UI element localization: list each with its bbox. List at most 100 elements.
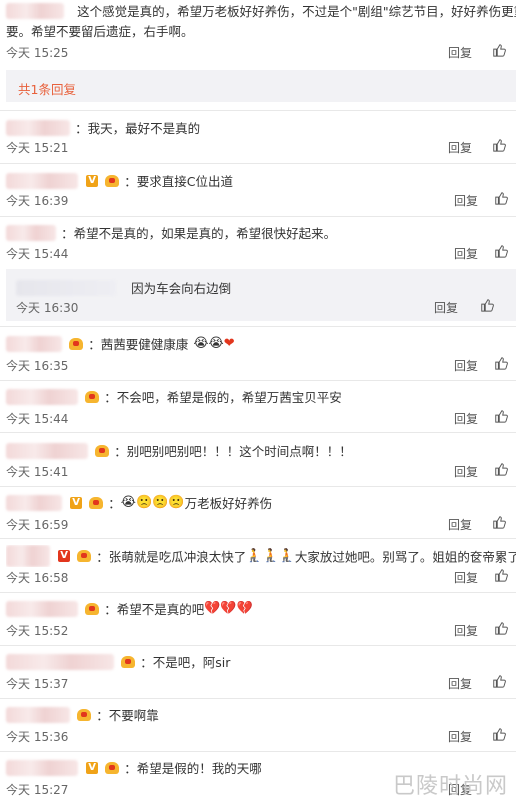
comment-text: 不是吧，阿sir bbox=[152, 655, 231, 670]
comment-text: 希望不是真的吧 bbox=[116, 602, 205, 617]
verified-badge-icon: V bbox=[86, 761, 99, 774]
broken-heart-icon: 💔 bbox=[236, 601, 253, 616]
comment-meta: 今天 15:21 回复 bbox=[6, 139, 516, 157]
comment-content: ：别吧别吧别吧！！！这个时间点啊！！！ bbox=[6, 440, 516, 460]
broken-heart-icon: 💔 bbox=[220, 601, 237, 616]
person-emoji-icon: 🧎 bbox=[262, 548, 279, 564]
timestamp: 今天 15:37 bbox=[6, 677, 69, 691]
like-icon[interactable] bbox=[494, 568, 508, 582]
comment-content: ：我天，最好不是真的 bbox=[6, 117, 516, 137]
timestamp: 今天 15:52 bbox=[6, 624, 69, 638]
sub-reply-box: 因为车会向右边倒 今天 16:30 回复 bbox=[6, 269, 516, 321]
reply-button[interactable]: 回复 bbox=[454, 357, 478, 374]
comment-text: 希望不是真的，如果是真的，希望很快好起来。 bbox=[73, 226, 337, 241]
blurred-username bbox=[6, 224, 56, 241]
member-level-icon bbox=[95, 444, 110, 457]
like-icon[interactable] bbox=[492, 138, 506, 152]
like-icon[interactable] bbox=[492, 43, 506, 57]
reply-button[interactable]: 回复 bbox=[454, 410, 478, 427]
reply-button[interactable]: 回复 bbox=[454, 192, 478, 209]
timestamp: 今天 15:44 bbox=[6, 412, 69, 426]
divider bbox=[0, 698, 516, 699]
member-level-icon bbox=[121, 655, 136, 668]
sad-emoji-icon: 🙁 bbox=[136, 495, 153, 510]
divider bbox=[0, 486, 516, 487]
blurred-username bbox=[6, 119, 70, 136]
like-icon[interactable] bbox=[494, 244, 508, 258]
comment-meta: 今天 15:37 回复 bbox=[6, 675, 516, 693]
site-watermark: 巴陵时尚网 bbox=[392, 774, 508, 799]
blurred-username bbox=[6, 335, 62, 352]
top-comment-line1: 这个感觉是真的，希望万老板好好养伤，不过是个"剧组"综艺节目，好好养伤更重 bbox=[6, 0, 516, 20]
timestamp: 今天 15:44 bbox=[6, 247, 69, 261]
divider bbox=[0, 216, 516, 217]
divider bbox=[0, 163, 516, 164]
reply-button[interactable]: 回复 bbox=[434, 299, 458, 316]
reply-button[interactable]: 回复 bbox=[454, 622, 478, 639]
timestamp: 今天 16:30 bbox=[16, 301, 79, 315]
broken-heart-icon: 💔 bbox=[204, 601, 221, 616]
comment-text: 不要啊靠 bbox=[108, 708, 159, 723]
like-icon[interactable] bbox=[494, 191, 508, 205]
divider bbox=[0, 751, 516, 752]
comment-text: 别吧别吧别吧！！！这个时间点啊！！！ bbox=[126, 444, 352, 459]
comment-meta: 今天 16:59 回复 bbox=[6, 516, 516, 534]
member-level-icon bbox=[69, 337, 84, 350]
reply-button[interactable]: 回复 bbox=[454, 245, 478, 262]
timestamp: 今天 16:39 bbox=[6, 194, 69, 208]
like-icon[interactable] bbox=[494, 621, 508, 635]
top-comment-text-2: 要。希望不要留后遗症，右手啊。 bbox=[6, 24, 194, 39]
divider bbox=[0, 645, 516, 646]
like-icon[interactable] bbox=[494, 356, 508, 370]
comment-text-2: 大家放过她吧。别骂了。姐姐的奁帝累了 bbox=[294, 549, 516, 565]
blurred-username bbox=[6, 172, 78, 189]
divider bbox=[0, 326, 516, 327]
reply-button[interactable]: 回复 bbox=[448, 44, 472, 61]
like-icon[interactable] bbox=[494, 409, 508, 423]
timestamp: 今天 15:41 bbox=[6, 465, 69, 479]
reply-summary-box[interactable]: 共1条回复 bbox=[6, 70, 516, 102]
reply-button[interactable]: 回复 bbox=[448, 675, 472, 692]
comment-meta: 今天 15:44 回复 bbox=[6, 245, 516, 263]
reply-button[interactable]: 回复 bbox=[454, 569, 478, 586]
comment-meta: 今天 16:58 回复 bbox=[6, 569, 516, 587]
blurred-username bbox=[6, 442, 88, 459]
blurred-username bbox=[6, 653, 114, 670]
blurred-username bbox=[16, 279, 116, 296]
divider bbox=[0, 432, 516, 433]
reply-button[interactable]: 回复 bbox=[454, 463, 478, 480]
comment-content: V ：要求直接C位出道 bbox=[6, 170, 516, 190]
divider bbox=[0, 110, 516, 111]
timestamp: 今天 16:58 bbox=[6, 571, 69, 585]
blurred-username bbox=[6, 2, 64, 19]
verified-badge-icon: V bbox=[70, 496, 83, 509]
like-icon[interactable] bbox=[492, 674, 506, 688]
comment-text: 因为车会向右边倒 bbox=[131, 281, 232, 296]
crying-emoji-icon: 😭 bbox=[208, 336, 224, 351]
divider bbox=[0, 592, 516, 593]
timestamp: 今天 15:36 bbox=[6, 730, 69, 744]
comment-text: 希望是假的！我的天哪 bbox=[136, 761, 262, 776]
like-icon[interactable] bbox=[480, 298, 494, 312]
like-icon[interactable] bbox=[492, 727, 506, 741]
member-level-icon bbox=[85, 390, 100, 403]
blurred-username bbox=[6, 388, 78, 405]
top-comment-text: 这个感觉是真的，希望万老板好好养伤，不过是个"剧组"综艺节目，好好养伤更重 bbox=[77, 4, 516, 19]
sub-reply-content: 因为车会向右边倒 bbox=[16, 277, 231, 297]
sub-reply-meta: 今天 16:30 回复 bbox=[16, 299, 516, 315]
timestamp: 今天 15:21 bbox=[6, 141, 69, 155]
comment-content: ：不要啊靠 bbox=[6, 704, 516, 724]
reply-button[interactable]: 回复 bbox=[448, 516, 472, 533]
member-level-icon bbox=[85, 602, 100, 615]
reply-count-link[interactable]: 共1条回复 bbox=[18, 79, 76, 98]
comment-meta: 今天 15:44 回复 bbox=[6, 410, 516, 428]
member-level-icon bbox=[105, 761, 120, 774]
like-icon[interactable] bbox=[494, 462, 508, 476]
blurred-username bbox=[6, 759, 78, 776]
member-level-icon bbox=[89, 496, 104, 509]
reply-button[interactable]: 回复 bbox=[448, 728, 472, 745]
like-icon[interactable] bbox=[492, 515, 506, 529]
comment-content: ：不会吧，希望是假的，希望万茜宝贝平安 bbox=[6, 386, 516, 406]
comment-content: ：希望不是真的吧💔💔💔 bbox=[6, 598, 516, 618]
reply-button[interactable]: 回复 bbox=[448, 139, 472, 156]
